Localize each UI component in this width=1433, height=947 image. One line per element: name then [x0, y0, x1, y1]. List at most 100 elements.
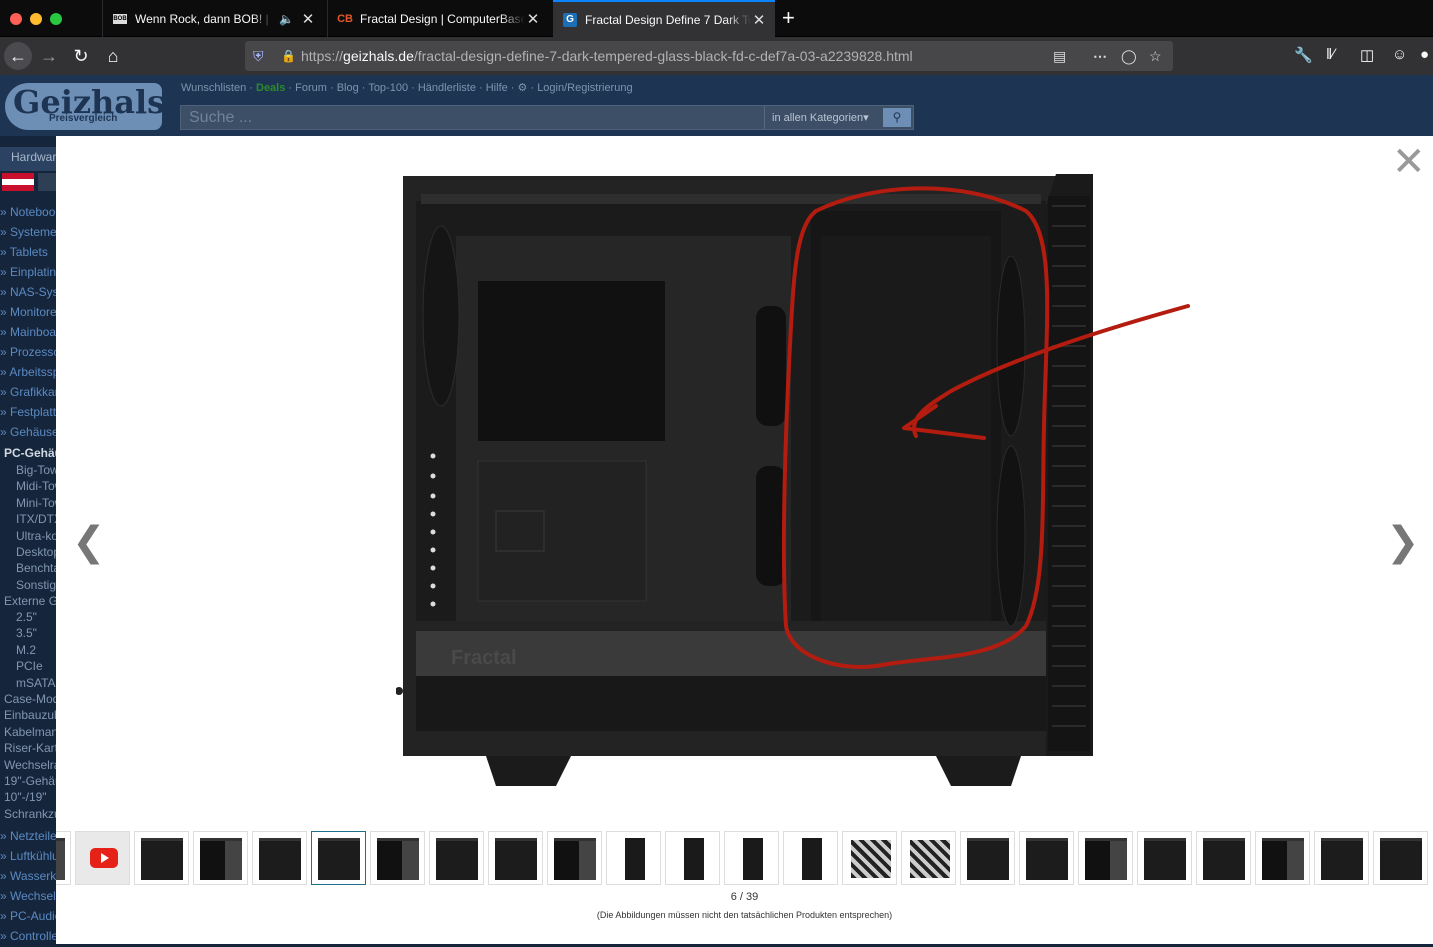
sidebar-item[interactable]: » Einplatinencomputer: [0, 265, 56, 279]
thumbnail[interactable]: [1137, 831, 1192, 885]
link-deals[interactable]: Deals: [256, 82, 285, 94]
sidebar-item[interactable]: » Grafikkarten: [0, 385, 56, 399]
speaker-icon[interactable]: 🔈: [279, 12, 294, 26]
thumbnail[interactable]: [547, 831, 602, 885]
thumbnail[interactable]: [1019, 831, 1074, 885]
thumbnail[interactable]: [783, 831, 838, 885]
sidebar-item[interactable]: » Prozessoren: [0, 345, 56, 359]
link-blog[interactable]: Blog: [337, 82, 359, 94]
new-tab-icon[interactable]: +: [782, 6, 795, 30]
sidebar-item[interactable]: » Wasserkühlung: [0, 869, 56, 883]
link-forum[interactable]: Forum: [295, 82, 327, 94]
tab-close-icon[interactable]: ✕: [300, 10, 316, 28]
thumbnail-video[interactable]: [75, 831, 130, 885]
sidebar-item[interactable]: Riser-Karten: [4, 741, 60, 755]
tab-geizhals-active[interactable]: G Fractal Design Define 7 Dark Tempered …: [553, 0, 775, 37]
sidebar-item[interactable]: Case-Modding: [4, 692, 60, 706]
page-actions-icon[interactable]: ⋯: [1093, 48, 1107, 65]
link-hilfe[interactable]: Hilfe: [486, 82, 508, 94]
thumbnail[interactable]: [1196, 831, 1251, 885]
sidebar-item[interactable]: Wechselrahmen: [4, 758, 60, 772]
sidebar-header[interactable]: Hardware: [0, 147, 63, 171]
link-wunschlisten[interactable]: Wunschlisten: [181, 82, 246, 94]
sidebar-item[interactable]: Externe Gehäuse: [4, 594, 60, 608]
sidebar-item[interactable]: Kabelmanagement: [4, 725, 60, 739]
lock-icon[interactable]: 🔒: [281, 49, 296, 63]
thumbnail[interactable]: [606, 831, 661, 885]
thumbnail[interactable]: [1078, 831, 1133, 885]
sidebar-item[interactable]: » Systeme: [0, 225, 56, 239]
sidebar-item[interactable]: » Luftkühlung: [0, 849, 56, 863]
category-select[interactable]: in allen Kategorien▾: [764, 106, 882, 129]
search-button-icon[interactable]: ⚲: [883, 108, 911, 127]
thumbnail[interactable]: [193, 831, 248, 885]
thumbnail[interactable]: [56, 831, 71, 885]
library-icon[interactable]: ‖∕: [1326, 46, 1335, 63]
thumbnail[interactable]: [665, 831, 720, 885]
window-zoom-button[interactable]: [50, 13, 62, 25]
thumbnail[interactable]: [429, 831, 484, 885]
sidebar-item[interactable]: » Notebooks: [0, 205, 56, 219]
thumbnail[interactable]: [370, 831, 425, 885]
thumbnail[interactable]: [1314, 831, 1369, 885]
thumbnail[interactable]: [252, 831, 307, 885]
extension-icon[interactable]: ●: [1420, 46, 1429, 63]
reload-icon[interactable]: ↻: [68, 43, 94, 69]
account-icon[interactable]: ☺: [1392, 46, 1407, 63]
sidebar-item[interactable]: » Festplatten: [0, 405, 56, 419]
link-haendlerliste[interactable]: Händlerliste: [418, 82, 476, 94]
sidebar-item[interactable]: » Monitore: [0, 305, 56, 319]
pocket-icon[interactable]: ◯: [1121, 48, 1137, 65]
thumbnail[interactable]: [724, 831, 779, 885]
link-login[interactable]: Login/Registrierung: [537, 82, 632, 94]
sidebar-item[interactable]: » NAS-Systeme: [0, 285, 56, 299]
sidebar-item[interactable]: » Arbeitsspeicher: [0, 365, 56, 379]
sidebar-item[interactable]: PC-Gehäuse: [4, 446, 60, 460]
sidebar-item[interactable]: Einbauzubehör: [4, 708, 60, 722]
sidebar-item[interactable]: » Tablets: [0, 245, 56, 259]
thumbnail[interactable]: [1373, 831, 1428, 885]
sidebar-item[interactable]: » Controller: [0, 929, 56, 943]
previous-image-chevron-icon[interactable]: ❮: [72, 522, 106, 562]
sidebar-item[interactable]: Schrankzubehör: [4, 807, 60, 821]
thumbnail[interactable]: [842, 831, 897, 885]
geizhals-logo[interactable]: Geizhals Preisvergleich: [5, 83, 165, 130]
tab-close-icon[interactable]: ✕: [525, 10, 541, 28]
thumbnail[interactable]: [134, 831, 189, 885]
sidebar-item[interactable]: » Wechselrahmen: [0, 889, 56, 903]
sidebar-item[interactable]: » Gehäuse: [0, 425, 56, 439]
thumbnail[interactable]: [901, 831, 956, 885]
thumbnail[interactable]: [488, 831, 543, 885]
sidebar-item[interactable]: » Netzteile: [0, 829, 56, 843]
back-arrow-icon[interactable]: ←: [4, 42, 32, 70]
thumbnail[interactable]: [1255, 831, 1310, 885]
sidebar-item[interactable]: 19"-Gehäuse: [4, 774, 60, 788]
address-bar[interactable]: ⛨ 🔒 https://geizhals.de/fractal-design-d…: [245, 41, 1173, 71]
url-text[interactable]: https://geizhals.de/fractal-design-defin…: [301, 48, 913, 64]
tab-computerbase[interactable]: CB Fractal Design | ComputerBase ✕: [327, 0, 549, 37]
thumbnail[interactable]: [311, 831, 366, 885]
sidebar-item[interactable]: » Mainboards: [0, 325, 56, 339]
tab-radio-bob[interactable]: BOB Wenn Rock, dann BOB! | RADIO BOB! 🔈 …: [102, 0, 324, 37]
window-minimize-button[interactable]: [30, 13, 42, 25]
home-icon[interactable]: ⌂: [100, 43, 126, 69]
reader-view-icon[interactable]: ▤: [1053, 48, 1066, 65]
tab-close-icon[interactable]: ✕: [751, 11, 767, 29]
thumbnail[interactable]: [960, 831, 1015, 885]
tab-title: Wenn Rock, dann BOB! | RADIO BOB!: [135, 11, 273, 26]
settings-gear-icon[interactable]: ⚙: [518, 82, 528, 94]
sidebar-item[interactable]: » PC-Audio: [0, 909, 56, 923]
sidebar-item[interactable]: 10"-/19": [4, 790, 60, 804]
search-input[interactable]: Suche ...: [189, 109, 252, 127]
wrench-icon[interactable]: 🔧: [1294, 46, 1313, 64]
forward-arrow-icon[interactable]: →: [36, 43, 62, 69]
region-flag-icon[interactable]: [38, 173, 56, 191]
austria-flag-icon[interactable]: [2, 173, 34, 191]
close-lightbox-icon[interactable]: ✕: [1392, 142, 1426, 182]
link-top-100[interactable]: Top-100: [368, 82, 408, 94]
bookmark-star-icon[interactable]: ☆: [1149, 48, 1162, 65]
next-image-chevron-icon[interactable]: ❯: [1386, 522, 1420, 562]
tracking-shield-icon[interactable]: ⛨: [253, 48, 264, 65]
window-close-button[interactable]: [10, 13, 22, 25]
sidebar-icon[interactable]: ◫: [1360, 46, 1374, 64]
